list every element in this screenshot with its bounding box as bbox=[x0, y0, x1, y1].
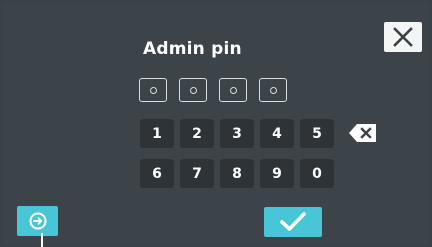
keypad-key-1[interactable]: 1 bbox=[140, 119, 174, 148]
keypad-key-4[interactable]: 4 bbox=[260, 119, 294, 148]
pin-digit-1 bbox=[139, 78, 167, 102]
backspace-button[interactable] bbox=[348, 123, 378, 143]
pin-digit-3 bbox=[219, 78, 247, 102]
recovery-button[interactable] bbox=[17, 206, 58, 236]
circle-arrow-icon bbox=[29, 212, 46, 230]
admin-pin-dialog: Admin pin 1 2 3 4 5 6 7 8 9 0 bbox=[3, 3, 429, 244]
pin-digit-4 bbox=[259, 78, 287, 102]
keypad-key-9[interactable]: 9 bbox=[260, 159, 294, 188]
pin-placeholder-dot bbox=[149, 86, 157, 94]
keypad-key-3[interactable]: 3 bbox=[220, 119, 254, 148]
close-button[interactable] bbox=[384, 22, 422, 52]
keypad-key-5[interactable]: 5 bbox=[300, 119, 334, 148]
backspace-icon bbox=[349, 124, 376, 142]
keypad-key-0[interactable]: 0 bbox=[300, 159, 334, 188]
pointer-line bbox=[41, 233, 43, 247]
page-title: Admin pin bbox=[143, 39, 242, 59]
checkmark-icon bbox=[280, 212, 306, 231]
keypad-key-7[interactable]: 7 bbox=[180, 159, 214, 188]
pin-placeholder-dot bbox=[269, 86, 277, 94]
pin-placeholder-dot bbox=[229, 86, 237, 94]
keypad-key-6[interactable]: 6 bbox=[140, 159, 174, 188]
confirm-button[interactable] bbox=[264, 207, 322, 237]
pin-placeholder-dot bbox=[189, 86, 197, 94]
keypad-key-2[interactable]: 2 bbox=[180, 119, 214, 148]
pin-digit-2 bbox=[179, 78, 207, 102]
keypad-key-8[interactable]: 8 bbox=[220, 159, 254, 188]
close-icon bbox=[393, 27, 413, 47]
